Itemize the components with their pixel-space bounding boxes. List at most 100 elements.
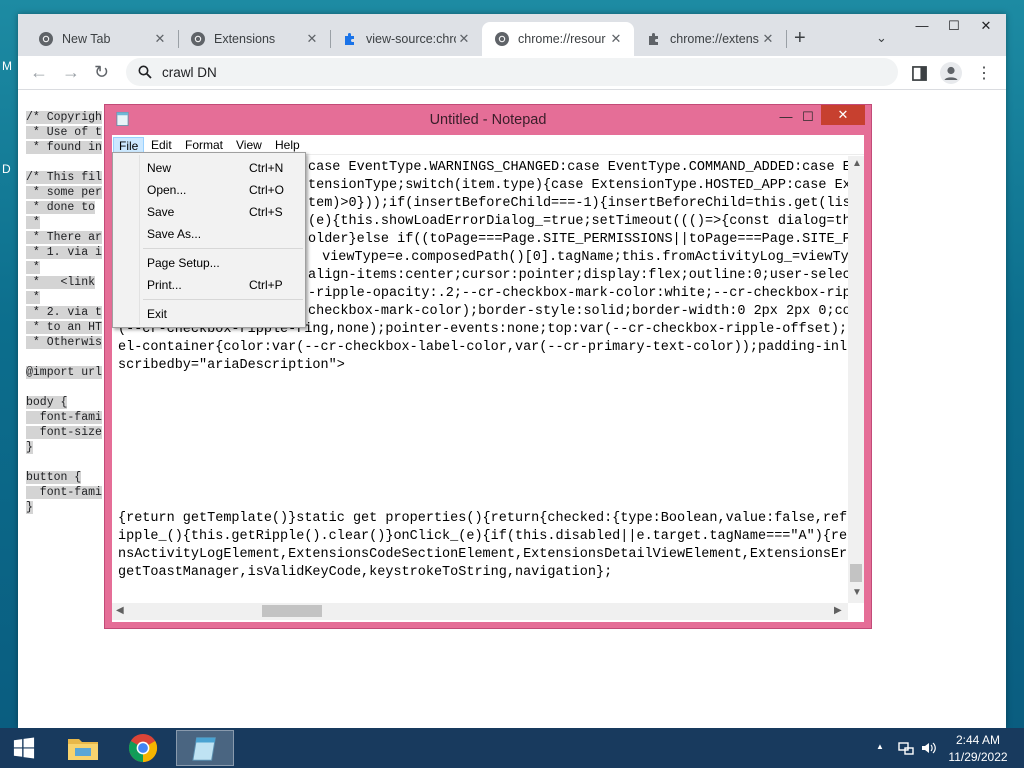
notepad-title-bar[interactable]: Untitled - Notepad — ☐ ✕ xyxy=(105,105,871,135)
tab-new-tab[interactable]: New Tab ✕ xyxy=(26,22,179,56)
kebab-menu-icon[interactable]: ⋮ xyxy=(976,63,992,83)
tab-extensions[interactable]: Extensions ✕ xyxy=(178,22,331,56)
tab-view-source[interactable]: view-source:chro ✕ xyxy=(330,22,482,56)
minimize-button[interactable]: — xyxy=(906,14,938,38)
browser-toolbar: ← → ↻ crawl DN ⋮ xyxy=(18,56,1006,90)
menu-item-exit[interactable]: Exit xyxy=(147,304,167,324)
close-tab-icon[interactable]: ✕ xyxy=(304,31,320,47)
menu-item-new[interactable]: New xyxy=(147,158,171,178)
clock-time[interactable]: 2:44 AM xyxy=(944,733,1012,747)
close-button[interactable]: ✕ xyxy=(821,105,865,125)
side-panel-icon[interactable] xyxy=(912,66,927,81)
tab-label: chrome://resour xyxy=(518,32,606,46)
tab-search-button[interactable]: ⌄ xyxy=(876,30,887,46)
source-line: * some per xyxy=(26,186,102,199)
tab-separator xyxy=(786,30,787,48)
source-line: * xyxy=(26,216,40,229)
notepad-icon xyxy=(192,737,216,761)
source-line: * Otherwis xyxy=(26,336,102,349)
maximize-button[interactable]: ☐ xyxy=(795,107,821,129)
tab-label: chrome://extens xyxy=(670,32,759,46)
source-line: * Use of t xyxy=(26,126,102,139)
text-line: ipple_(){this.getRipple().clear()}onClic… xyxy=(118,529,848,544)
text-line: getToastManager,isValidKeyCode,keystroke… xyxy=(118,565,613,580)
scroll-up-arrow-icon[interactable]: ▲ xyxy=(852,158,862,169)
source-line: @import url xyxy=(26,366,102,379)
menu-separator xyxy=(143,299,303,300)
back-button[interactable]: ← xyxy=(30,62,48,83)
close-tab-icon[interactable]: ✕ xyxy=(152,31,168,47)
text-line: scribedby="ariaDescription"> xyxy=(118,358,345,373)
text-line: tem)>0}));if(insertBeforeChild===-1){ins… xyxy=(308,196,848,211)
tab-label: New Tab xyxy=(62,32,111,46)
forward-button[interactable]: → xyxy=(62,62,80,83)
horizontal-scrollbar[interactable]: ◀ ▶ xyxy=(112,603,848,620)
file-menu-dropdown: New Ctrl+N Open... Ctrl+O Save Ctrl+S Sa… xyxy=(112,152,306,328)
close-tab-icon[interactable]: ✕ xyxy=(608,31,624,47)
scroll-right-arrow-icon[interactable]: ▶ xyxy=(834,605,842,616)
menu-item-save[interactable]: Save xyxy=(147,202,174,222)
clock-date[interactable]: 11/29/2022 xyxy=(944,750,1012,764)
source-line: } xyxy=(26,441,33,454)
source-line: font-size xyxy=(26,426,102,439)
reload-button[interactable]: ↻ xyxy=(94,62,109,83)
chrome-icon xyxy=(495,32,509,46)
text-line: {return getTemplate()}static get propert… xyxy=(118,511,848,526)
network-icon[interactable] xyxy=(898,740,914,756)
close-tab-icon[interactable]: ✕ xyxy=(760,31,776,47)
menu-item-print[interactable]: Print... xyxy=(147,275,182,295)
menu-separator xyxy=(143,248,303,249)
source-line: /* This fil xyxy=(26,171,102,184)
menu-item-open[interactable]: Open... xyxy=(147,180,186,200)
source-line: button { xyxy=(26,471,82,484)
text-line: -ripple-opacity:.2;--cr-checkbox-mark-co… xyxy=(308,286,848,301)
menu-gutter xyxy=(139,155,140,325)
scroll-down-arrow-icon[interactable]: ▼ xyxy=(852,587,862,598)
taskbar-notepad[interactable] xyxy=(176,730,234,766)
notepad-title: Untitled - Notepad xyxy=(429,112,547,128)
source-line: * There ar xyxy=(26,231,102,244)
text-line: case EventType.WARNINGS_CHANGED:case Eve… xyxy=(308,160,848,175)
taskbar-file-explorer[interactable] xyxy=(54,730,112,766)
puzzle-icon xyxy=(649,33,658,45)
tab-chrome-resources[interactable]: chrome://resour ✕ xyxy=(482,22,634,56)
source-line: * 1. via i xyxy=(26,246,102,259)
source-line: * found in xyxy=(26,141,102,154)
chrome-icon xyxy=(128,733,158,763)
text-line: tensionType;switch(item.type){case Exten… xyxy=(308,178,848,193)
shortcut-open: Ctrl+O xyxy=(249,183,285,197)
horizontal-scroll-thumb[interactable] xyxy=(262,605,322,617)
source-line: * <link xyxy=(26,276,96,289)
close-button[interactable]: ✕ xyxy=(970,14,1002,38)
text-line: checkbox-mark-color);border-style:solid;… xyxy=(308,304,848,319)
new-tab-button[interactable]: + xyxy=(794,28,806,48)
tab-label: Extensions xyxy=(214,32,276,46)
shortcut-print: Ctrl+P xyxy=(249,278,283,292)
volume-icon[interactable] xyxy=(920,740,936,756)
source-line: * xyxy=(26,291,40,304)
vertical-scrollbar[interactable]: ▲ ▼ xyxy=(848,156,864,603)
vertical-scroll-thumb[interactable] xyxy=(850,564,862,582)
menu-item-page-setup[interactable]: Page Setup... xyxy=(147,253,220,273)
maximize-button[interactable]: ☐ xyxy=(938,14,970,38)
shortcut-save: Ctrl+S xyxy=(249,205,283,219)
taskbar: ▲ 2:44 AM 11/29/2022 xyxy=(0,728,1024,768)
source-line: * done to xyxy=(26,201,96,214)
source-line: font-fami xyxy=(26,411,102,424)
menu-item-save-as[interactable]: Save As... xyxy=(147,224,201,244)
source-line: body { xyxy=(26,396,68,409)
scroll-left-arrow-icon[interactable]: ◀ xyxy=(116,605,124,616)
tab-label: view-source:chro xyxy=(366,32,456,46)
start-button[interactable] xyxy=(0,728,48,768)
profile-avatar-icon[interactable] xyxy=(940,62,962,84)
file-explorer-icon xyxy=(68,739,98,760)
source-line: * to an HT xyxy=(26,321,102,334)
show-hidden-icons-button[interactable]: ▲ xyxy=(876,742,884,751)
address-bar[interactable]: crawl DN xyxy=(126,58,898,86)
chrome-icon xyxy=(39,32,53,46)
close-tab-icon[interactable]: ✕ xyxy=(456,31,472,47)
windows-logo-icon xyxy=(13,737,35,759)
tab-chrome-extensions[interactable]: chrome://extens ✕ xyxy=(634,22,787,56)
text-line: older}else if((toPage===Page.SITE_PERMIS… xyxy=(308,232,848,247)
taskbar-chrome[interactable] xyxy=(114,730,172,766)
